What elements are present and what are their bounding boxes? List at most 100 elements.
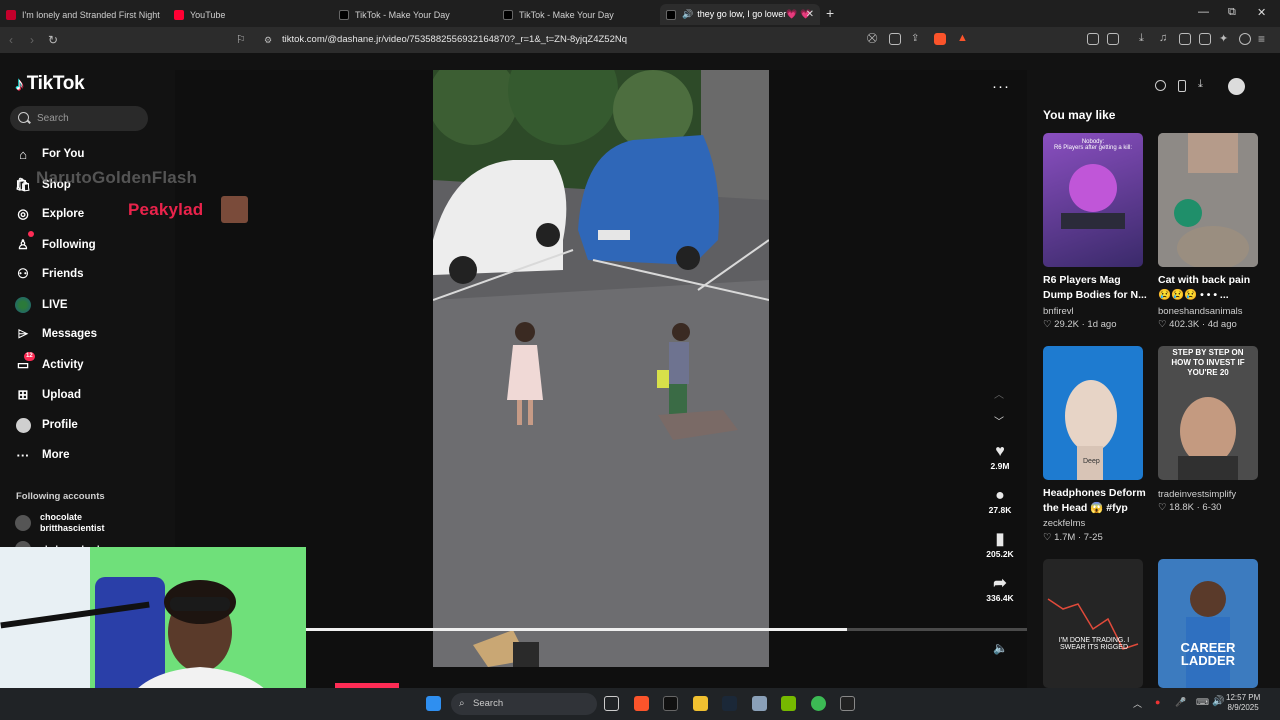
video-progress-bar[interactable] (306, 628, 1027, 631)
microphone-icon[interactable]: 🎤 (1175, 697, 1186, 708)
taskbar-search[interactable]: ⌕ Search (451, 693, 597, 715)
next-video-icon[interactable]: ﹀ (994, 413, 1004, 428)
tray-chevron-icon[interactable]: ︿ (1133, 697, 1142, 710)
card-title[interactable]: R6 Players Mag Dump Bodies for N... (1043, 273, 1147, 303)
previous-video-icon[interactable]: ︿ (994, 386, 1004, 401)
screenshot-icon[interactable] (889, 33, 901, 45)
nav-for-you[interactable]: ⌂ For You (15, 143, 84, 165)
tiktok-favicon-icon (666, 9, 676, 20)
video-player[interactable] (433, 70, 769, 667)
share-page-icon[interactable]: ⇪ (911, 33, 923, 45)
reader-mode-icon[interactable]: ⛒ (867, 33, 879, 45)
comment-icon: ● (995, 487, 1005, 504)
volume-icon[interactable]: 🔈 (993, 641, 1008, 655)
volume-tray-icon[interactable]: 🔊 (1212, 696, 1224, 707)
card-author[interactable]: zeckfelms (1043, 518, 1085, 529)
video-thumbnail[interactable] (1158, 133, 1258, 267)
new-tab-button[interactable]: + (826, 5, 834, 21)
like-button[interactable]: ♥ 2.9M (985, 443, 1015, 471)
comment-button[interactable]: ● 27.8K (985, 487, 1015, 515)
tiktok-logo[interactable]: ♪ TikTok (15, 73, 85, 95)
url-text: tiktok.com/@dashane.jr/video/75358825569… (282, 34, 628, 45)
browser-tab[interactable]: TikTok - Make Your Day (497, 4, 657, 25)
card-title[interactable]: Cat with back pain 😢😢😢 • • • ... (1158, 273, 1262, 303)
bookmark-button[interactable]: ▮ 205.2K (985, 531, 1015, 559)
nav-label: More (42, 449, 70, 461)
bookmark-page-icon[interactable]: ⚐ (236, 33, 246, 46)
tab-search-icon[interactable] (1199, 33, 1211, 45)
download-app-icon[interactable]: ⤓ (1198, 78, 1203, 91)
nav-messages[interactable]: ⌲ Messages (15, 323, 97, 345)
thumbnail-art (1186, 581, 1230, 688)
network-icon[interactable]: ⌨ (1196, 697, 1209, 708)
browser-tab[interactable]: YouTube (168, 4, 328, 25)
back-icon[interactable]: ‹ (9, 33, 13, 47)
account-avatar[interactable] (1228, 78, 1245, 95)
card-title[interactable]: Headphones Deform the Head 😱 #fyp (1043, 486, 1147, 516)
search-input[interactable]: Search (10, 106, 148, 131)
steam-icon[interactable] (722, 696, 737, 711)
home-icon: ⌂ (19, 146, 27, 162)
brave-rewards-icon[interactable]: ▲ (957, 32, 969, 44)
leo-ai-icon[interactable]: ✦ (1219, 32, 1231, 45)
forward-icon[interactable]: › (30, 33, 34, 47)
nav-following[interactable]: ♙ Following (15, 231, 96, 256)
close-tab-icon[interactable]: ✕ (806, 9, 814, 20)
nav-more[interactable]: ··· More (15, 444, 70, 466)
browser-tab-active[interactable]: 🔊 they go low, I go lower💗 💗 ✕ (660, 4, 820, 25)
nav-explore[interactable]: ◎ Explore (15, 203, 84, 225)
nvidia-icon[interactable] (781, 696, 796, 711)
nav-live[interactable]: LIVE (15, 294, 68, 316)
nav-upload[interactable]: ⊞ Upload (15, 384, 81, 406)
card-author[interactable]: bnfirevl (1043, 306, 1074, 317)
maximize-button[interactable]: ⧉ (1228, 6, 1236, 19)
menu-icon[interactable]: ≡ (1258, 32, 1265, 46)
nav-activity[interactable]: ▭ 12 Activity (15, 352, 84, 376)
obs-icon[interactable] (811, 696, 826, 711)
search-icon: ⌕ (459, 698, 465, 709)
system-clock[interactable]: 12:57 PM 8/9/2025 (1226, 693, 1260, 713)
file-explorer-icon[interactable] (693, 696, 708, 711)
device-icon[interactable] (1178, 80, 1186, 92)
card-author[interactable]: boneshandsanimals (1158, 306, 1243, 317)
download-icon[interactable]: ⤓ (1139, 32, 1151, 44)
brave-icon[interactable] (634, 696, 649, 711)
close-window-button[interactable]: ✕ (1257, 6, 1266, 19)
video-thumbnail[interactable]: CAREER LADDER (1158, 559, 1258, 688)
card-author[interactable]: tradeinvestsimplify (1158, 489, 1236, 500)
extensions-icon[interactable] (1087, 33, 1099, 45)
site-settings-icon[interactable]: ⚙ (264, 30, 272, 50)
browser-tab[interactable]: I'm lonely and Stranded First Night V (0, 4, 160, 25)
video-thumbnail[interactable]: STEP BY STEP ON HOW TO INVEST IF YOU'RE … (1158, 346, 1258, 480)
notification-dot (28, 231, 34, 237)
video-thumbnail[interactable]: Nobody: R6 Players after getting a kill: (1043, 133, 1143, 267)
task-view-icon[interactable] (604, 696, 619, 711)
windows-start-icon[interactable] (426, 696, 441, 711)
media-icon[interactable]: ♫ (1159, 32, 1171, 44)
vpn-icon[interactable] (1239, 33, 1251, 45)
nav-label: Profile (42, 419, 78, 431)
wallet-icon[interactable] (1107, 33, 1119, 45)
explore-small-icon[interactable] (1155, 80, 1166, 91)
tab-label: TikTok - Make Your Day (519, 9, 614, 20)
sidebar-toggle-icon[interactable] (1179, 33, 1191, 45)
browser-tab[interactable]: TikTok - Make Your Day (333, 4, 493, 25)
video-thumbnail[interactable]: I'M DONE TRADING. I SWEAR ITS RIGGED (1043, 559, 1143, 688)
reload-icon[interactable]: ↻ (48, 33, 58, 47)
app-icon[interactable] (663, 696, 678, 711)
tray-app-icon[interactable]: ● (1155, 697, 1160, 707)
stream-alert-name: NarutoGoldenFlash (36, 168, 198, 187)
nav-profile[interactable]: Profile (15, 414, 78, 436)
bf-app-icon[interactable] (840, 696, 855, 711)
more-options-icon[interactable]: ··· (992, 78, 1010, 95)
nav-label: Messages (42, 328, 97, 340)
brave-shields-icon[interactable] (934, 33, 946, 45)
card-meta: ♡ 1.7M · 7-25 (1043, 532, 1103, 543)
settings-icon[interactable] (752, 696, 767, 711)
card-meta: ♡ 29.2K · 1d ago (1043, 319, 1117, 330)
nav-friends[interactable]: ⚇ Friends (15, 263, 83, 285)
share-button[interactable]: ➦ 336.4K (985, 575, 1015, 603)
following-account[interactable]: chocolate britthascientist (15, 512, 105, 534)
minimize-button[interactable]: — (1198, 6, 1209, 18)
video-thumbnail[interactable]: Deep (1043, 346, 1143, 480)
